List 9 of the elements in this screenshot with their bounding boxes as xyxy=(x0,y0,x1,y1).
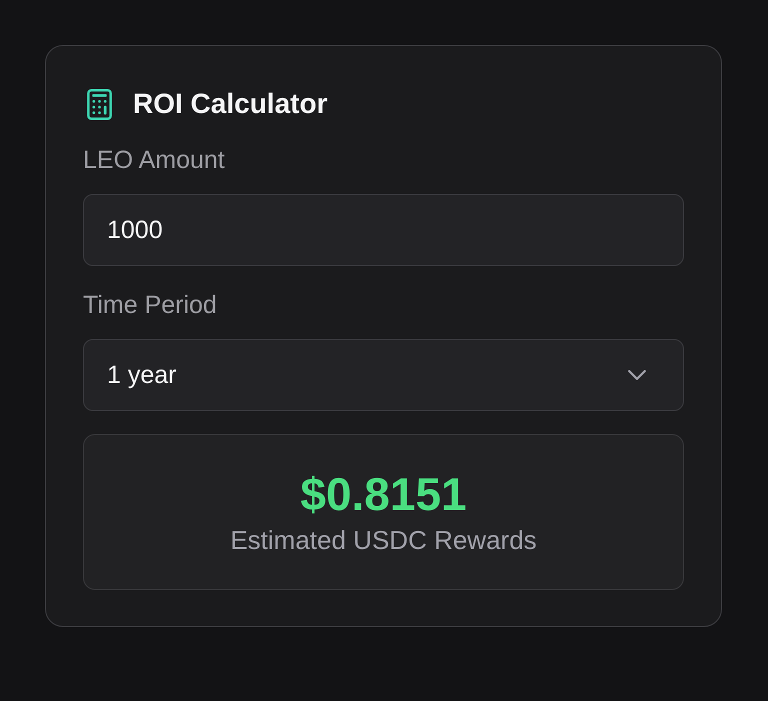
amount-input[interactable]: 1000 xyxy=(83,194,684,266)
field-label: LEO Amount xyxy=(83,145,225,175)
reward-amount: $0.8151 xyxy=(300,467,467,522)
card-title: ROI Calculator xyxy=(133,87,328,121)
reward-caption: Estimated USDC Rewards xyxy=(230,525,537,556)
field-label: Time Period xyxy=(83,290,217,320)
calculator-icon xyxy=(86,88,113,120)
period-dropdown[interactable]: 1 year xyxy=(83,339,684,411)
chevron-down-icon xyxy=(628,370,646,380)
